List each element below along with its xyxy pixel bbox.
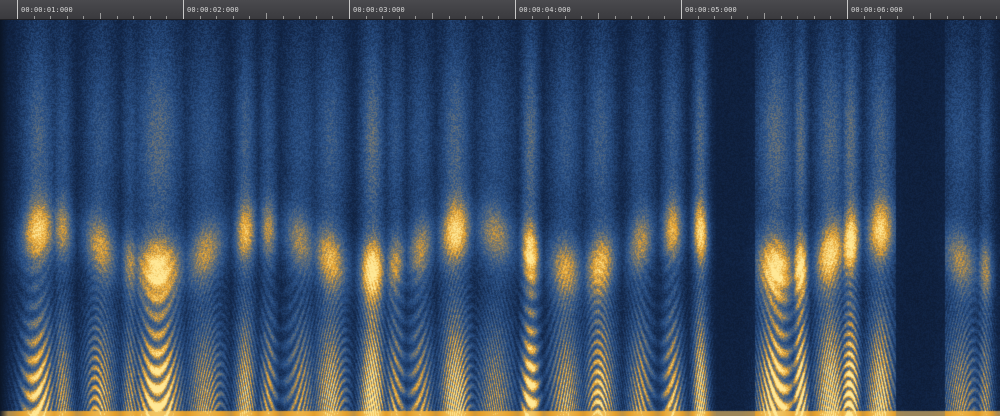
ruler-minor-tick xyxy=(366,16,367,19)
ruler-minor-tick xyxy=(100,13,101,19)
ruler-minor-tick xyxy=(532,16,533,19)
ruler-label-4: 00:00:04:000 xyxy=(519,6,571,14)
ruler-minor-tick xyxy=(299,16,300,19)
ruler-minor-tick xyxy=(731,16,732,19)
ruler-minor-tick xyxy=(913,16,914,19)
ruler-minor-tick xyxy=(34,16,35,19)
ruler-minor-tick xyxy=(814,16,815,19)
ruler-minor-tick xyxy=(67,16,68,19)
ruler-minor-tick xyxy=(266,13,267,19)
ruler-minor-tick xyxy=(963,16,964,19)
ruler-minor-tick xyxy=(797,16,798,19)
spectrogram-canvas[interactable] xyxy=(0,20,1000,416)
ruler-tick-5: 00:00:05:000 xyxy=(681,0,737,19)
ruler-tick-2: 00:00:02:000 xyxy=(183,0,239,19)
ruler-minor-tick xyxy=(415,16,416,19)
ruler-label-1: 00:00:01:000 xyxy=(21,6,73,14)
ruler-minor-tick xyxy=(233,16,234,19)
ruler-minor-tick xyxy=(498,16,499,19)
ruler-minor-tick xyxy=(996,16,997,19)
ruler-minor-tick xyxy=(980,16,981,19)
ruler-minor-tick xyxy=(648,16,649,19)
ruler-minor-tick xyxy=(897,16,898,19)
ruler-minor-tick xyxy=(432,13,433,19)
ruler-minor-tick xyxy=(316,16,317,19)
spectrogram-view[interactable]: 00:00:01:000 00:00:02:000 00:00:03:000 0… xyxy=(0,0,1000,416)
ruler-minor-tick xyxy=(880,16,881,19)
ruler-minor-tick xyxy=(947,16,948,19)
ruler-minor-tick xyxy=(615,16,616,19)
ruler-minor-tick xyxy=(216,16,217,19)
ruler-minor-tick xyxy=(781,16,782,19)
ruler-minor-tick xyxy=(864,16,865,19)
ruler-minor-tick xyxy=(83,16,84,19)
ruler-minor-tick xyxy=(581,16,582,19)
ruler-minor-tick xyxy=(332,16,333,19)
ruler-label-6: 00:00:06:000 xyxy=(851,6,903,14)
left-edge-shade xyxy=(0,20,8,416)
ruler-minor-tick xyxy=(764,13,765,19)
ruler-tick-1: 00:00:01:000 xyxy=(17,0,73,19)
time-ruler[interactable]: 00:00:01:000 00:00:02:000 00:00:03:000 0… xyxy=(0,0,1000,20)
ruler-minor-tick xyxy=(565,16,566,19)
ruler-minor-tick xyxy=(830,16,831,19)
ruler-minor-tick xyxy=(598,13,599,19)
ruler-minor-tick xyxy=(698,16,699,19)
ruler-minor-tick xyxy=(133,16,134,19)
ruler-tick-4: 00:00:04:000 xyxy=(515,0,571,19)
ruler-minor-tick xyxy=(930,13,931,19)
ruler-minor-tick xyxy=(449,16,450,19)
ruler-tick-3: 00:00:03:000 xyxy=(349,0,405,19)
ruler-minor-tick xyxy=(117,16,118,19)
ruler-tick-6: 00:00:06:000 xyxy=(847,0,903,19)
ruler-minor-tick xyxy=(283,16,284,19)
ruler-minor-tick xyxy=(465,16,466,19)
ruler-minor-tick xyxy=(249,16,250,19)
ruler-minor-tick xyxy=(150,16,151,19)
ruler-label-3: 00:00:03:000 xyxy=(353,6,405,14)
ruler-minor-tick xyxy=(382,16,383,19)
ruler-label-5: 00:00:05:000 xyxy=(685,6,737,14)
ruler-minor-tick xyxy=(399,16,400,19)
ruler-minor-tick xyxy=(166,16,167,19)
ruler-minor-tick xyxy=(747,16,748,19)
ruler-label-2: 00:00:02:000 xyxy=(187,6,239,14)
ruler-minor-tick xyxy=(631,16,632,19)
ruler-minor-tick xyxy=(50,16,51,19)
ruler-minor-tick xyxy=(200,16,201,19)
ruler-minor-tick xyxy=(664,16,665,19)
ruler-minor-tick xyxy=(482,16,483,19)
ruler-minor-tick xyxy=(714,16,715,19)
ruler-minor-tick xyxy=(548,16,549,19)
